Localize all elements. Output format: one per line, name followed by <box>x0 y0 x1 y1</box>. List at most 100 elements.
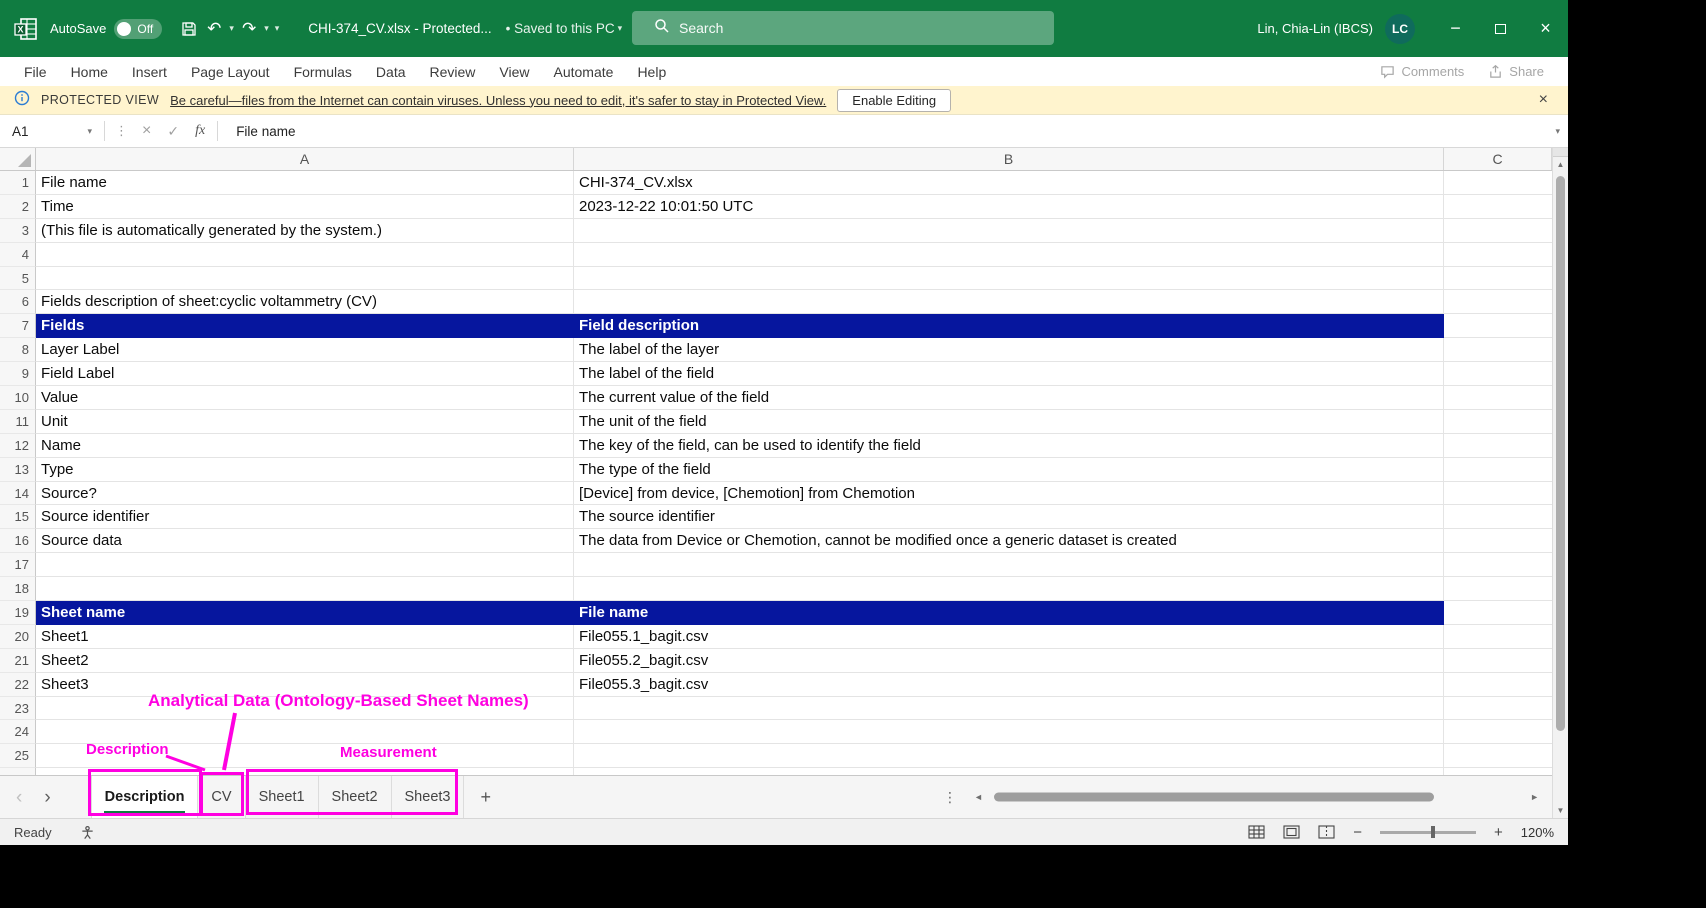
cell-A10[interactable]: Value <box>36 386 574 410</box>
select-all-button[interactable] <box>0 148 36 170</box>
zoom-slider[interactable] <box>1380 831 1476 834</box>
cell-A2[interactable]: Time <box>36 195 574 219</box>
cell-B14[interactable]: [Device] from device, [Chemotion] from C… <box>574 482 1444 506</box>
vertical-scroll-thumb[interactable] <box>1556 176 1565 731</box>
cell-C22[interactable] <box>1444 673 1552 697</box>
cell-A14[interactable]: Source? <box>36 482 574 506</box>
menu-tab-formulas[interactable]: Formulas <box>282 57 364 86</box>
cell-B11[interactable]: The unit of the field <box>574 410 1444 434</box>
row-header-3[interactable]: 3 <box>0 219 36 243</box>
name-box[interactable]: A1 ▾ <box>0 115 100 147</box>
zoom-in-button[interactable]: + <box>1494 824 1503 841</box>
cell-A25[interactable] <box>36 744 574 768</box>
cell-A26[interactable] <box>36 768 574 775</box>
cell-C25[interactable] <box>1444 744 1552 768</box>
cell-C14[interactable] <box>1444 482 1552 506</box>
formula-bar-expand-icon[interactable]: ▾ <box>1555 126 1560 137</box>
protected-view-message[interactable]: Be careful—files from the Internet can c… <box>170 93 826 108</box>
row-header-4[interactable]: 4 <box>0 243 36 267</box>
cell-B23[interactable] <box>574 697 1444 721</box>
normal-view-button[interactable] <box>1248 825 1265 839</box>
column-header-b[interactable]: B <box>574 148 1444 170</box>
cell-A16[interactable]: Source data <box>36 529 574 553</box>
cell-A15[interactable]: Source identifier <box>36 505 574 529</box>
menu-tab-home[interactable]: Home <box>59 57 120 86</box>
page-layout-view-button[interactable] <box>1283 825 1300 839</box>
page-break-view-button[interactable] <box>1318 825 1335 839</box>
saved-status[interactable]: • Saved to this PC <box>506 21 615 36</box>
cancel-icon[interactable]: × <box>134 122 159 140</box>
cell-B7[interactable]: Field description <box>574 314 1444 338</box>
scroll-left-icon[interactable]: ◄ <box>969 792 988 802</box>
cell-A24[interactable] <box>36 720 574 744</box>
cell-C11[interactable] <box>1444 410 1552 434</box>
cell-B21[interactable]: File055.2_bagit.csv <box>574 649 1444 673</box>
cell-C12[interactable] <box>1444 434 1552 458</box>
save-icon[interactable] <box>181 21 197 37</box>
cell-B9[interactable]: The label of the field <box>574 362 1444 386</box>
comments-button[interactable]: Comments <box>1372 64 1472 79</box>
cell-A23[interactable] <box>36 697 574 721</box>
cell-B6[interactable] <box>574 290 1444 314</box>
cell-C18[interactable] <box>1444 577 1552 601</box>
cell-B13[interactable]: The type of the field <box>574 458 1444 482</box>
cell-C17[interactable] <box>1444 553 1552 577</box>
cell-A9[interactable]: Field Label <box>36 362 574 386</box>
sheet-tab-description[interactable]: Description <box>91 776 199 818</box>
row-header-17[interactable]: 17 <box>0 553 36 577</box>
protected-bar-close-icon[interactable]: × <box>1539 91 1548 109</box>
cell-C23[interactable] <box>1444 697 1552 721</box>
cell-B25[interactable] <box>574 744 1444 768</box>
menu-tab-view[interactable]: View <box>487 57 541 86</box>
cell-A17[interactable] <box>36 553 574 577</box>
enable-editing-button[interactable]: Enable Editing <box>837 89 951 112</box>
cell-C15[interactable] <box>1444 505 1552 529</box>
cell-C1[interactable] <box>1444 171 1552 195</box>
horizontal-scroll-track[interactable] <box>988 776 1525 818</box>
cell-C3[interactable] <box>1444 219 1552 243</box>
cell-C13[interactable] <box>1444 458 1552 482</box>
enter-icon[interactable]: ✓ <box>159 123 187 140</box>
sheet-tab-sheet1[interactable]: Sheet1 <box>246 776 319 818</box>
row-header-25[interactable]: 25 <box>0 744 36 768</box>
row-header-22[interactable]: 22 <box>0 673 36 697</box>
row-header-20[interactable]: 20 <box>0 625 36 649</box>
row-header-6[interactable]: 6 <box>0 290 36 314</box>
scroll-right-icon[interactable]: ► <box>1525 792 1544 802</box>
formula-content[interactable]: File name <box>236 124 295 139</box>
cell-B1[interactable]: CHI-374_CV.xlsx <box>574 171 1444 195</box>
cell-C19[interactable] <box>1444 601 1552 625</box>
cell-A7[interactable]: Fields <box>36 314 574 338</box>
row-header-15[interactable]: 15 <box>0 505 36 529</box>
cell-B16[interactable]: The data from Device or Chemotion, canno… <box>574 529 1444 553</box>
cell-B2[interactable]: 2023-12-22 10:01:50 UTC <box>574 195 1444 219</box>
menu-tab-review[interactable]: Review <box>418 57 488 86</box>
user-avatar[interactable]: LC <box>1385 14 1415 44</box>
accessibility-icon[interactable] <box>80 825 95 840</box>
zoom-out-button[interactable]: − <box>1353 824 1362 841</box>
cell-A1[interactable]: File name <box>36 171 574 195</box>
excel-logo-icon[interactable]: X <box>12 15 40 43</box>
row-header-13[interactable]: 13 <box>0 458 36 482</box>
namebox-chevron-icon[interactable]: ▾ <box>87 126 92 137</box>
row-header-12[interactable]: 12 <box>0 434 36 458</box>
cell-C21[interactable] <box>1444 649 1552 673</box>
cell-A8[interactable]: Layer Label <box>36 338 574 362</box>
sheet-nav-left-icon[interactable]: ‹ <box>16 788 22 807</box>
cell-C5[interactable] <box>1444 267 1552 291</box>
redo-chevron-icon[interactable]: ▾ <box>264 23 269 34</box>
maximize-button[interactable] <box>1478 0 1523 57</box>
column-header-c[interactable]: C <box>1444 148 1552 170</box>
scroll-up-icon[interactable]: ▲ <box>1553 157 1568 172</box>
cell-B15[interactable]: The source identifier <box>574 505 1444 529</box>
autosave-toggle[interactable]: Off <box>114 19 162 39</box>
sheet-tab-cv[interactable]: CV <box>198 776 245 818</box>
cell-A21[interactable]: Sheet2 <box>36 649 574 673</box>
cell-B10[interactable]: The current value of the field <box>574 386 1444 410</box>
row-header-2[interactable]: 2 <box>0 195 36 219</box>
cell-B18[interactable] <box>574 577 1444 601</box>
zoom-slider-thumb[interactable] <box>1431 826 1435 838</box>
cell-B19[interactable]: File name <box>574 601 1444 625</box>
cell-C6[interactable] <box>1444 290 1552 314</box>
cell-B24[interactable] <box>574 720 1444 744</box>
